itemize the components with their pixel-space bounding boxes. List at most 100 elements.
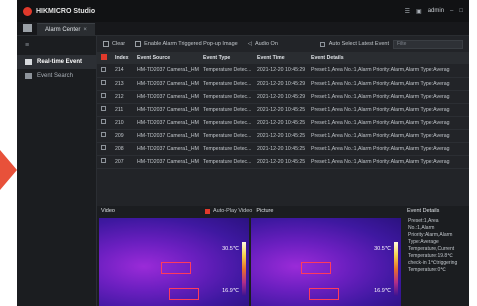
- table-row[interactable]: 214 HM-TD2037 Camera1_HM... Temperature De…: [97, 64, 469, 78]
- cell-index: 208: [111, 142, 133, 156]
- row-checkbox[interactable]: [101, 66, 106, 72]
- autoplay-checkbox[interactable]: [204, 208, 210, 214]
- pointer-arrow: [0, 150, 17, 190]
- row-checkbox[interactable]: [101, 119, 106, 124]
- temp-max-label: 30.5℃: [374, 246, 391, 252]
- main-panel: Clear Enable Alarm Triggered Pop-up Imag…: [97, 36, 469, 306]
- cell-type: Temperature Detec...: [199, 129, 253, 143]
- minimize-icon[interactable]: –: [450, 8, 453, 14]
- audio-button[interactable]: ◁ Audio On: [248, 41, 278, 47]
- row-checkbox[interactable]: [101, 106, 106, 111]
- cell-source: HM-TD2037 Camera1_HM...: [133, 142, 199, 156]
- row-checkbox-cell[interactable]: [97, 116, 111, 130]
- sidebar: ≡ Real-time Event Event Search: [17, 36, 97, 306]
- cell-source: HM-TD2037 Camera1_HM...: [133, 103, 199, 117]
- table-row[interactable]: 208 HM-TD2037 Camera1_HM... Temperature De…: [97, 142, 469, 156]
- cell-time: 2021-12-20 10:45:25: [253, 116, 307, 130]
- column-header[interactable]: Index: [111, 52, 133, 64]
- cell-index: 213: [111, 77, 133, 91]
- home-icon[interactable]: [23, 24, 32, 32]
- row-checkbox[interactable]: [101, 93, 106, 98]
- popup-image-button[interactable]: Enable Alarm Triggered Pop-up Image: [135, 41, 238, 47]
- cell-type: Temperature Detec...: [199, 103, 253, 117]
- thermal-video[interactable]: 30.5℃ 16.9℃: [99, 218, 249, 306]
- table-row[interactable]: 211 HM-TD2037 Camera1_HM... Temperature De…: [97, 103, 469, 117]
- filter-input[interactable]: Filte: [393, 39, 463, 49]
- table-row[interactable]: 212 HM-TD2037 Camera1_HM... Temperature De…: [97, 90, 469, 104]
- column-header[interactable]: Event Type: [199, 52, 253, 64]
- clear-button[interactable]: Clear: [103, 41, 125, 47]
- select-all-cell[interactable]: [97, 52, 111, 64]
- close-icon[interactable]: ×: [83, 27, 87, 33]
- row-checkbox-cell[interactable]: [97, 64, 111, 78]
- autoplay-label: Auto-Play Video: [212, 208, 253, 214]
- titlebar-controls: ☰ ▣ admin – □: [405, 8, 463, 15]
- cell-index: 212: [111, 90, 133, 104]
- row-checkbox-cell[interactable]: [97, 142, 111, 156]
- cell-details: Preset:1,Area No.:1,Alarm Priority:Alarm…: [307, 142, 469, 156]
- table-row[interactable]: 210 HM-TD2037 Camera1_HM... Temperature De…: [97, 116, 469, 130]
- preview-header: Video Auto-Play Video Picture Event Deta…: [97, 206, 469, 216]
- cell-type: Temperature Detec...: [199, 142, 253, 156]
- cell-details: Preset:1,Area No.:1,Alarm Priority:Alarm…: [307, 77, 469, 91]
- temp-min-label: 16.9℃: [222, 288, 239, 294]
- image-icon: [135, 41, 142, 47]
- cell-source: HM-TD2037 Camera1_HM...: [133, 77, 199, 91]
- sidebar-item-label: Event Search: [37, 73, 74, 79]
- cell-time: 2021-12-20 10:45:25: [253, 142, 307, 156]
- table-row[interactable]: 209 HM-TD2037 Camera1_HM... Temperature De…: [97, 129, 469, 143]
- cell-time: 2021-12-20 10:45:25: [253, 155, 307, 169]
- table-row[interactable]: 213 HM-TD2037 Camera1_HM... Temperature De…: [97, 77, 469, 91]
- tab-label: Alarm Center: [45, 26, 81, 33]
- menu-toggle-icon[interactable]: ≡: [17, 42, 96, 55]
- cell-index: 211: [111, 103, 133, 117]
- cell-index: 214: [111, 64, 133, 78]
- row-checkbox[interactable]: [101, 132, 106, 137]
- cell-time: 2021-12-20 10:45:29: [253, 77, 307, 91]
- cell-source: HM-TD2037 Camera1_HM...: [133, 155, 199, 169]
- sidebar-item-label: Real-time Event: [37, 59, 83, 65]
- autoplay-toggle[interactable]: Auto-Play Video: [204, 208, 253, 214]
- tab-alarm-center[interactable]: Alarm Center ×: [37, 23, 95, 35]
- row-checkbox[interactable]: [101, 80, 106, 85]
- sidebar-item-real-time-event[interactable]: Real-time Event: [17, 55, 96, 69]
- video-area: 30.5℃ 16.9℃ 30.5℃ 16.9℃: [99, 218, 401, 306]
- app-title: HIKMICRO Studio: [36, 7, 96, 15]
- auto-select-checkbox[interactable]: [319, 41, 325, 47]
- select-all-checkbox[interactable]: [101, 54, 107, 60]
- temperature-scale: [242, 242, 246, 296]
- popup-label: Enable Alarm Triggered Pop-up Image: [144, 41, 238, 47]
- table-row[interactable]: 207 HM-TD2037 Camera1_HM... Temperature De…: [97, 155, 469, 169]
- cell-type: Temperature Detec...: [199, 77, 253, 91]
- cell-time: 2021-12-20 10:45:25: [253, 103, 307, 117]
- user-name[interactable]: admin: [428, 8, 444, 14]
- body: ≡ Real-time Event Event Search Clear Ena…: [17, 36, 469, 306]
- toolbar-right: Auto Select Latest Event Filte: [319, 39, 469, 49]
- row-checkbox-cell[interactable]: [97, 155, 111, 169]
- row-checkbox[interactable]: [101, 158, 106, 163]
- thermal-picture[interactable]: 30.5℃ 16.9℃: [251, 218, 401, 306]
- column-header[interactable]: Event Time: [253, 52, 307, 64]
- maximize-icon[interactable]: □: [459, 8, 463, 14]
- window-icon[interactable]: ▣: [416, 8, 422, 15]
- cell-type: Temperature Detec...: [199, 116, 253, 130]
- preview-panel: Video Auto-Play Video Picture Event Deta…: [97, 206, 469, 306]
- row-checkbox-cell[interactable]: [97, 129, 111, 143]
- column-header[interactable]: Event Details: [307, 52, 469, 64]
- clear-label: Clear: [112, 41, 126, 47]
- row-checkbox-cell[interactable]: [97, 77, 111, 91]
- audio-label: Audio On: [254, 41, 278, 47]
- search-icon: [25, 73, 32, 79]
- tabbar: Alarm Center ×: [17, 22, 469, 36]
- sidebar-item-event-search[interactable]: Event Search: [17, 69, 96, 83]
- cell-index: 207: [111, 155, 133, 169]
- cell-index: 210: [111, 116, 133, 130]
- row-checkbox[interactable]: [101, 145, 106, 150]
- row-checkbox-cell[interactable]: [97, 103, 111, 117]
- column-header[interactable]: Event Source: [133, 52, 199, 64]
- cell-time: 2021-12-20 10:45:25: [253, 129, 307, 143]
- menu-icon[interactable]: ☰: [405, 8, 410, 15]
- cell-source: HM-TD2037 Camera1_HM...: [133, 116, 199, 130]
- row-checkbox-cell[interactable]: [97, 90, 111, 104]
- temp-max-label: 30.5℃: [222, 246, 239, 252]
